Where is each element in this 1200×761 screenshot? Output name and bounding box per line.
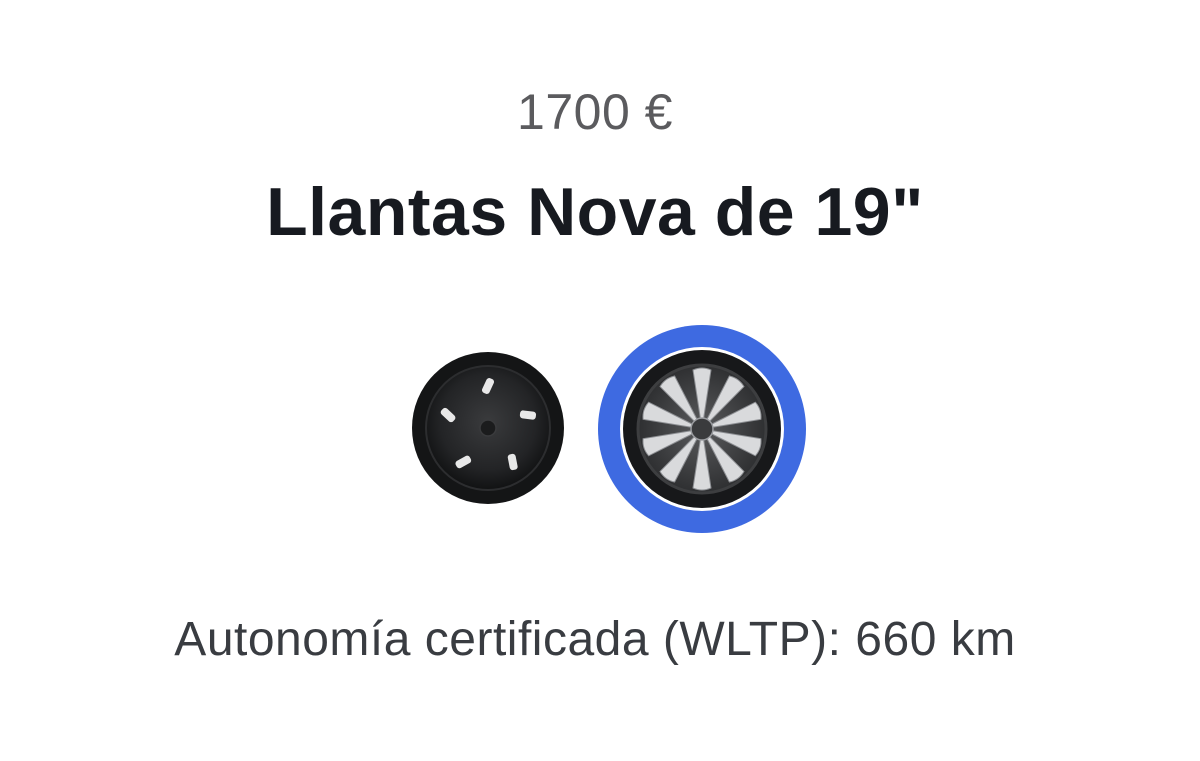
aero-wheel-icon xyxy=(412,352,564,504)
wheel-title: Llantas Nova de 19" xyxy=(266,174,924,250)
wheel-option-nova[interactable] xyxy=(598,325,806,533)
wheel-price: 1700 € xyxy=(517,84,673,140)
wheel-option-aero[interactable] xyxy=(412,352,564,504)
certified-range: Autonomía certificada (WLTP): 660 km xyxy=(174,613,1016,666)
nova-wheel-icon xyxy=(623,350,781,508)
